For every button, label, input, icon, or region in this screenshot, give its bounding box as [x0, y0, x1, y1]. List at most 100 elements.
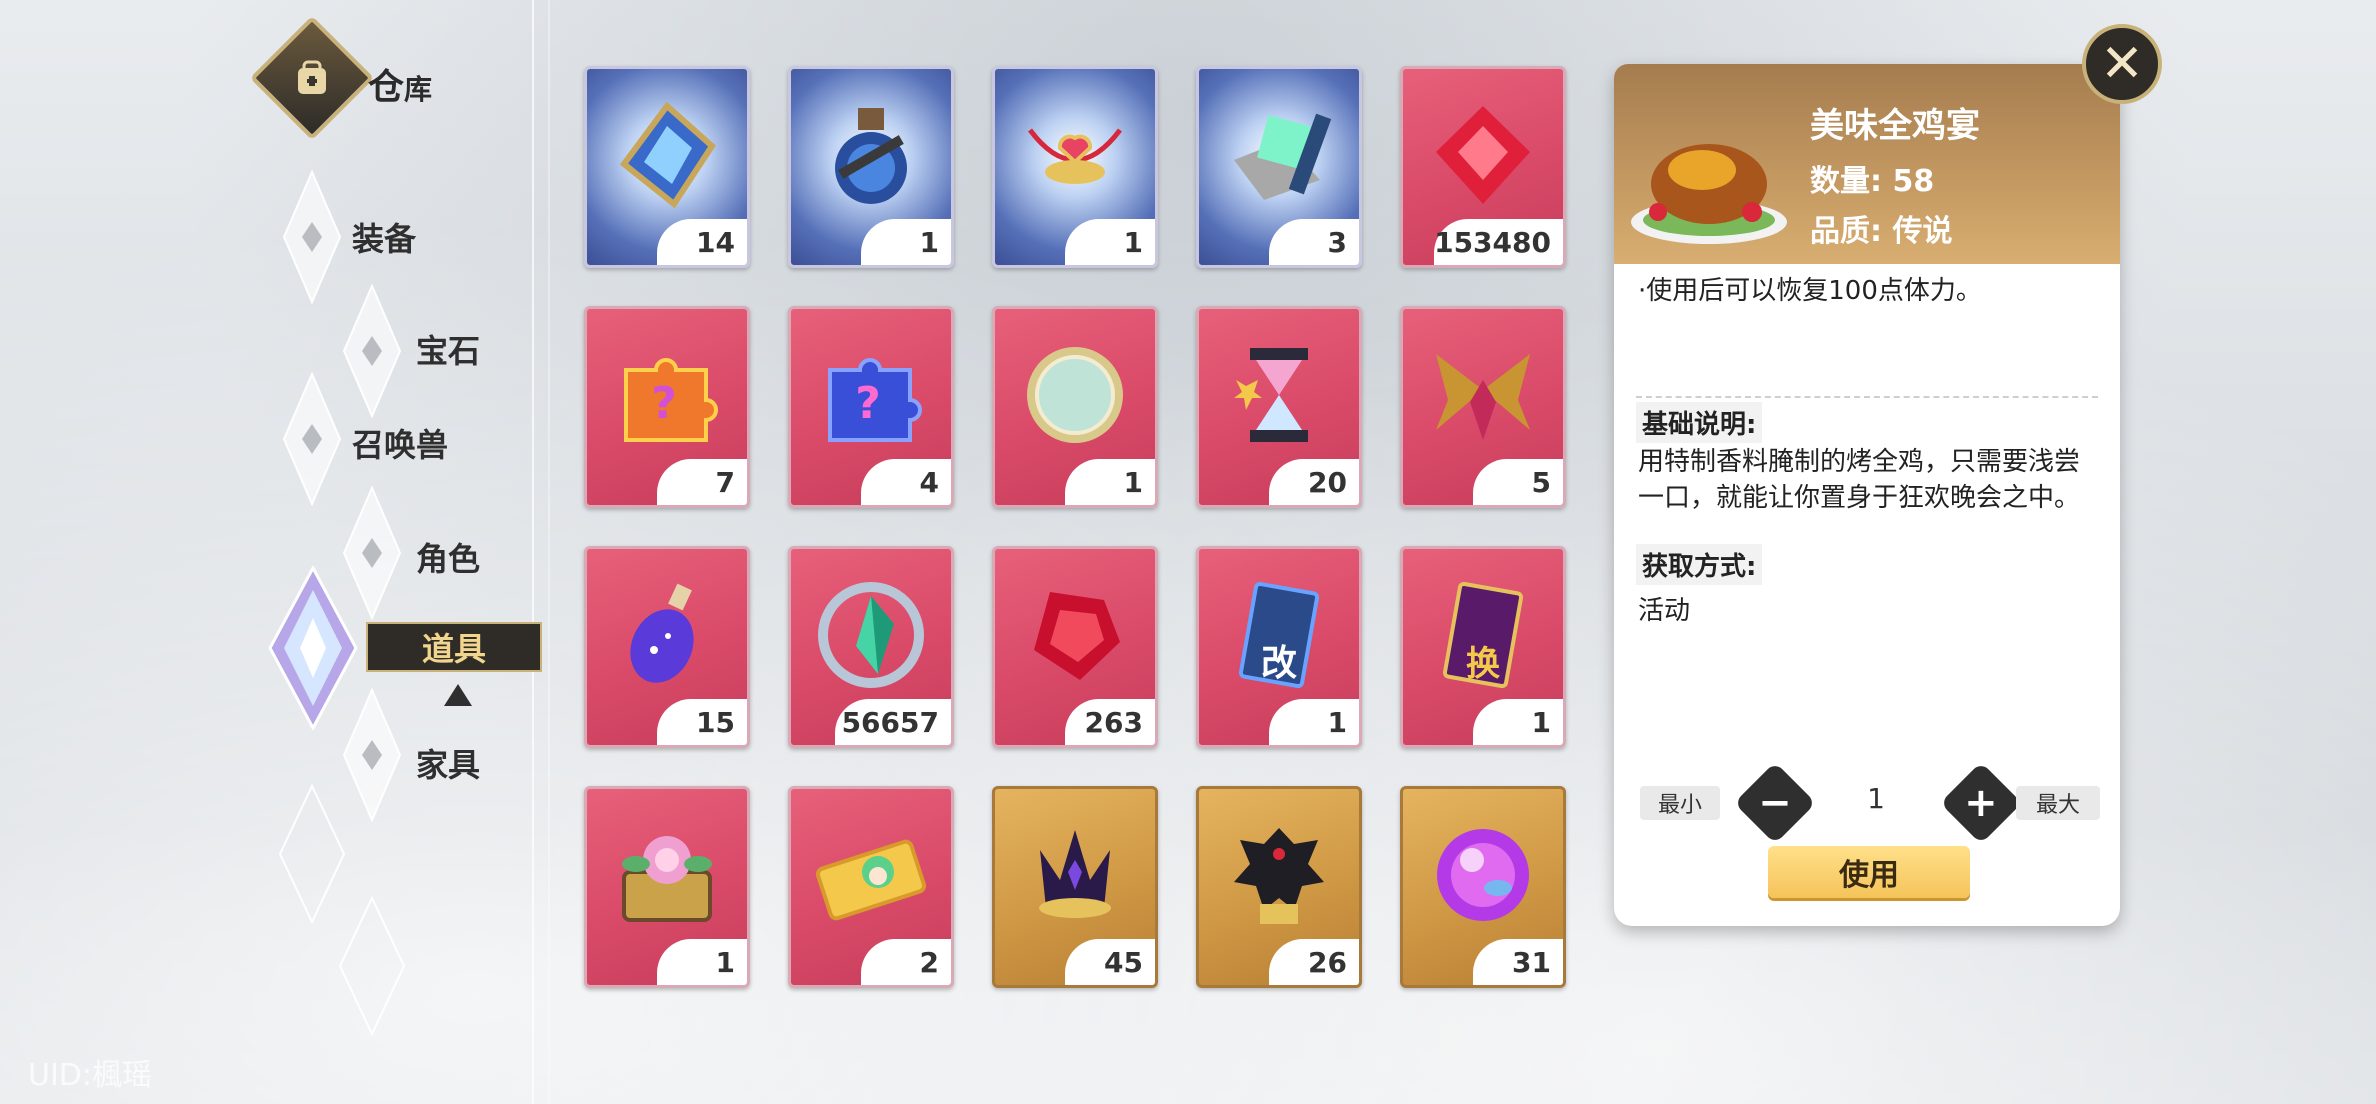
- item-count: 15: [657, 699, 747, 745]
- item-count: 20: [1269, 459, 1359, 505]
- inventory-item[interactable]: 31: [1400, 786, 1566, 988]
- nav-item-props[interactable]: 道具: [366, 622, 542, 672]
- item-count: 1: [657, 939, 747, 985]
- max-button[interactable]: 最大: [2016, 786, 2100, 820]
- inventory-item[interactable]: 15: [584, 546, 750, 748]
- orange-puzzle-icon: ?: [608, 336, 726, 454]
- item-count: 5: [1473, 459, 1563, 505]
- item-count: 56657: [835, 699, 951, 745]
- swap-card-icon: 换: [1424, 576, 1542, 694]
- nav-item-summon[interactable]: 召唤兽: [352, 420, 448, 466]
- nav-diamond-summon[interactable]: [282, 371, 342, 507]
- bottle-icon: [608, 576, 726, 694]
- increase-button[interactable]: +: [1939, 761, 2023, 845]
- scroll-icon: [1220, 96, 1338, 214]
- warehouse-badge: [249, 15, 375, 141]
- item-count: 26: [1269, 939, 1359, 985]
- inventory-item[interactable]: 1: [788, 66, 954, 268]
- item-name: 美味全鸡宴: [1810, 106, 1980, 146]
- item-effect: ·使用后可以恢复100点体力。: [1638, 276, 1982, 306]
- uid-label: UID:楓瑶: [28, 1058, 153, 1093]
- roast-chicken-icon: [1624, 104, 1794, 254]
- close-button[interactable]: ✕: [2082, 24, 2162, 104]
- inventory-item[interactable]: 换 1: [1400, 546, 1566, 748]
- item-count: 1: [1269, 699, 1359, 745]
- nav-diamond-furniture[interactable]: [342, 687, 402, 823]
- item-count: 3: [1269, 219, 1359, 265]
- inventory-item[interactable]: 3: [1196, 66, 1362, 268]
- quantity-stepper: 最小 − 1 + 最大: [1640, 761, 2100, 845]
- nav-diamond-equipment[interactable]: [282, 169, 342, 305]
- triangle-marker-icon: [444, 684, 472, 706]
- ticket-icon: [812, 816, 930, 934]
- inventory-item[interactable]: 5: [1400, 306, 1566, 508]
- item-count: 1: [861, 219, 951, 265]
- inventory-item[interactable]: 20: [1196, 306, 1362, 508]
- sidebar: 仓库 装备 宝石 召唤兽 角色 道具 家具 UID:楓瑶: [0, 0, 560, 1104]
- figure-icon: [1220, 816, 1338, 934]
- inventory-item[interactable]: ? 7: [584, 306, 750, 508]
- item-count: 45: [1065, 939, 1155, 985]
- item-count: 31: [1473, 939, 1563, 985]
- crown-icon: [1016, 816, 1134, 934]
- quantity-value[interactable]: 1: [1856, 782, 1896, 815]
- item-count: 14: [657, 219, 747, 265]
- inventory-item[interactable]: 56657: [788, 546, 954, 748]
- nav-item-furniture[interactable]: 家具: [416, 740, 480, 786]
- plus-icon: +: [1964, 779, 1998, 826]
- wings-icon: [1424, 336, 1542, 454]
- inventory-item[interactable]: 14: [584, 66, 750, 268]
- basic-description-label: 基础说明:: [1636, 402, 1763, 443]
- item-count: 7: [657, 459, 747, 505]
- svg-text:?: ?: [855, 378, 881, 429]
- crystal-frame-icon: [608, 96, 726, 214]
- svg-text:?: ?: [651, 378, 677, 429]
- item-detail-panel: 美味全鸡宴 数量: 58 品质: 传说 ·使用后可以恢复100点体力。 基础说明…: [1614, 64, 2120, 926]
- backpack-icon: [286, 52, 338, 104]
- source-label: 获取方式:: [1636, 544, 1763, 585]
- inventory-item[interactable]: 1: [992, 66, 1158, 268]
- warehouse-title: 仓库: [368, 67, 433, 108]
- inventory-item[interactable]: 1: [992, 306, 1158, 508]
- orb-icon: [1424, 816, 1542, 934]
- inventory-grid: 14 1 1 3 153480 ? 7 ? 4 1 20 5 15 56657 …: [584, 66, 1588, 996]
- item-count: 1: [1473, 699, 1563, 745]
- nav-item-gem[interactable]: 宝石: [416, 326, 480, 372]
- decorative-diamond: [338, 895, 406, 1037]
- item-quantity: 数量: 58: [1810, 164, 1935, 199]
- nav-item-character[interactable]: 角色: [416, 534, 480, 580]
- item-count: 1: [1065, 459, 1155, 505]
- inventory-item[interactable]: ? 4: [788, 306, 954, 508]
- decrease-button[interactable]: −: [1733, 761, 1817, 845]
- inventory-item[interactable]: 45: [992, 786, 1158, 988]
- nav-item-equipment[interactable]: 装备: [352, 214, 416, 260]
- flower-chest-icon: [608, 816, 726, 934]
- item-count: 263: [1065, 699, 1155, 745]
- divider: [1636, 396, 2098, 398]
- ruby-icon: [1016, 576, 1134, 694]
- decorative-diamond: [278, 783, 346, 925]
- card-glyph: 换: [1466, 644, 1500, 685]
- use-button[interactable]: 使用: [1768, 846, 1970, 898]
- inventory-item[interactable]: 1: [584, 786, 750, 988]
- inventory-item[interactable]: 153480: [1400, 66, 1566, 268]
- blue-puzzle-icon: ?: [812, 336, 930, 454]
- inventory-item[interactable]: 2: [788, 786, 954, 988]
- inventory-item[interactable]: 26: [1196, 786, 1362, 988]
- inventory-item[interactable]: 263: [992, 546, 1158, 748]
- potion-icon: [812, 96, 930, 214]
- min-button[interactable]: 最小: [1640, 786, 1720, 820]
- item-count: 2: [861, 939, 951, 985]
- modify-card-icon: 改: [1220, 576, 1338, 694]
- item-count: 4: [861, 459, 951, 505]
- item-description: 用特制香料腌制的烤全鸡，只需要浅尝一口，就能让你置身于狂欢晚会之中。: [1638, 447, 2081, 513]
- item-count: 153480: [1434, 219, 1563, 265]
- necklace-icon: [1016, 96, 1134, 214]
- inventory-item[interactable]: 改 1: [1196, 546, 1362, 748]
- hourglass-icon: [1220, 336, 1338, 454]
- item-source: 活动: [1638, 596, 1691, 626]
- item-quality: 品质: 传说: [1810, 214, 1953, 249]
- coin-icon: [1016, 336, 1134, 454]
- nav-diamond-gem[interactable]: [342, 283, 402, 419]
- red-gem-icon: [1424, 96, 1542, 214]
